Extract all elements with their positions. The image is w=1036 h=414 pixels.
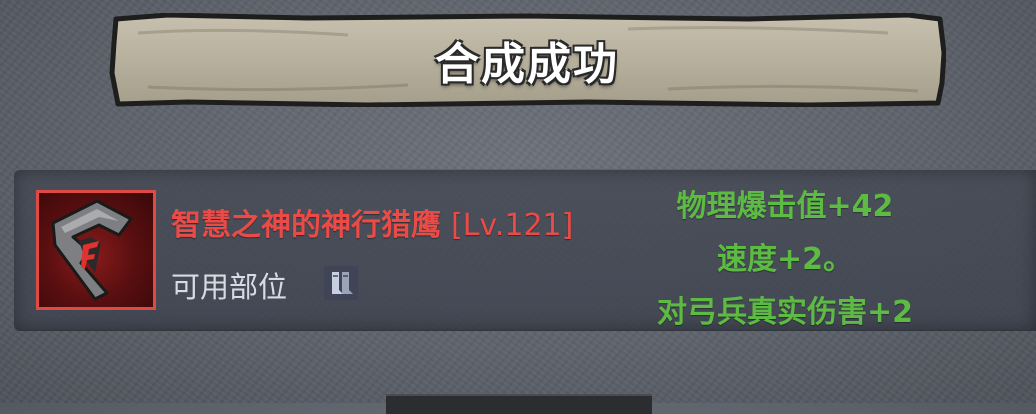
usable-slots-label: 可用部位: [171, 270, 288, 304]
confirm-button[interactable]: [386, 394, 652, 414]
stat-line: 对弓兵真实伤害+2: [656, 295, 913, 330]
falcon-emblem-icon: [51, 199, 133, 301]
item-stats: 物理爆击值+42 速度+2。 对弓兵真实伤害+2: [620, 180, 950, 339]
item-level: [Lv.121]: [451, 208, 574, 243]
title-banner: 合成成功: [108, 13, 946, 107]
boots-icon: [332, 272, 353, 294]
item-icon-slot[interactable]: [36, 190, 156, 310]
slot-icon: [324, 266, 358, 300]
item-name: 智慧之神的神行猎鹰 [Lv.121]: [171, 200, 573, 244]
stat-line: 物理爆击值+42: [676, 189, 894, 224]
page-title: 合成成功: [435, 39, 619, 90]
item-name-text: 智慧之神的神行猎鹰: [171, 208, 441, 243]
stat-line: 速度+2。: [716, 242, 853, 277]
